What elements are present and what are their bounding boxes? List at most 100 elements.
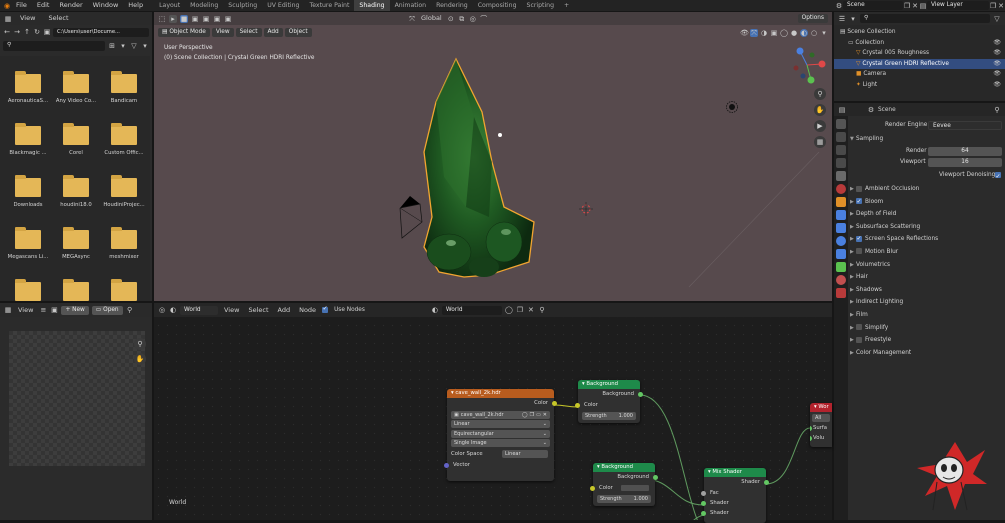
sort-icon[interactable]: ▾ xyxy=(119,42,127,50)
view-layer-tab-icon[interactable] xyxy=(836,158,846,168)
tab-shading[interactable]: Shading xyxy=(354,0,390,11)
viewport-editor-type-icon[interactable]: ⬚ xyxy=(158,15,166,23)
bg2-header[interactable]: ▾ Background xyxy=(593,463,655,472)
solid-shading-icon[interactable]: ● xyxy=(790,29,798,37)
file-view-menu[interactable]: View xyxy=(15,12,40,25)
overlay-icon[interactable]: ◑ xyxy=(760,29,768,37)
viewport-zoom-icon[interactable]: ⚲ xyxy=(814,88,826,100)
visibility-eye-icon[interactable]: 👁 xyxy=(993,80,1001,91)
render-panel-header[interactable]: ▶ Film xyxy=(850,309,1005,322)
pivot-icon[interactable]: ⊙ xyxy=(447,15,455,23)
sampling-panel-header[interactable]: ▼ Sampling xyxy=(850,133,1005,146)
close-icon[interactable]: ✕ xyxy=(911,2,919,10)
folder-icon[interactable] xyxy=(15,175,41,197)
viewport-samples-field[interactable]: 16 xyxy=(928,158,1002,167)
tab-texture-paint[interactable]: Texture Paint xyxy=(304,0,354,11)
hamburger-icon[interactable]: ≡ xyxy=(39,306,47,314)
render-panel-header[interactable]: ▶ Subsurface Scattering xyxy=(850,221,1005,234)
file-select-menu[interactable]: Select xyxy=(43,12,73,25)
filter-icon[interactable]: ▽ xyxy=(130,42,138,50)
env-source-dropdown[interactable]: Single Image ⌄ xyxy=(451,439,550,447)
viewport-ortho-toggle-icon[interactable]: ▦ xyxy=(814,136,826,148)
image-fake-user-icon[interactable]: ◯ xyxy=(522,411,528,419)
visibility-eye-icon[interactable]: 👁 xyxy=(993,38,1001,49)
copy-icon[interactable]: ❐ xyxy=(903,2,911,10)
bg1-header[interactable]: ▾ Background xyxy=(578,380,640,389)
falloff-icon[interactable]: ⌒ xyxy=(480,15,488,23)
render-panel-header[interactable]: ▶ Simplify xyxy=(850,322,1005,335)
navigation-gizmo[interactable] xyxy=(788,46,826,84)
zoom-tool-icon[interactable]: ⚲ xyxy=(134,338,146,350)
pan-tool-icon[interactable]: ✋ xyxy=(134,353,146,365)
render-panel-header[interactable]: ▶ Ambient Occlusion xyxy=(850,183,1005,196)
tab-uv-editing[interactable]: UV Editing xyxy=(262,0,304,11)
constraints-tab-icon[interactable] xyxy=(836,249,846,259)
env-color-space-dropdown[interactable]: Linear xyxy=(502,450,548,458)
visibility-eye-icon[interactable]: 👁 xyxy=(993,48,1001,59)
camera-object[interactable] xyxy=(396,192,436,242)
mix-fac-socket[interactable] xyxy=(701,490,706,496)
bg1-color-socket[interactable] xyxy=(575,402,580,408)
tool-tab-icon[interactable] xyxy=(836,119,846,129)
add-workspace-button[interactable]: + xyxy=(559,0,574,11)
env-projection-dropdown[interactable]: Equirectangular ⌄ xyxy=(451,429,550,438)
env-image-selector[interactable]: ▣ cave_wall_2k.hdr ◯ ❐ ▭ ✕ xyxy=(451,410,550,419)
panel-checkbox[interactable] xyxy=(856,248,862,255)
folder-icon[interactable] xyxy=(63,227,89,249)
material-tab-icon[interactable] xyxy=(836,275,846,285)
folder-icon[interactable] xyxy=(111,71,137,93)
render-panel-header[interactable]: ▶Screen Space Reflections xyxy=(850,233,1005,246)
render-panel-header[interactable]: ▶ Motion Blur xyxy=(850,246,1005,259)
xray-icon[interactable]: ▣ xyxy=(770,29,778,37)
physics-tab-icon[interactable] xyxy=(836,236,846,246)
viewport-select-menu[interactable]: Select xyxy=(235,28,262,37)
particles-tab-icon[interactable] xyxy=(836,223,846,233)
editor-type-icon[interactable]: ▦ xyxy=(4,15,12,23)
folder-icon[interactable] xyxy=(111,175,137,197)
open-image-button[interactable]: ▭ Open xyxy=(91,305,123,315)
snap-icon[interactable]: ⧉ xyxy=(458,15,466,23)
properties-type-icon[interactable]: ▤ xyxy=(838,106,846,114)
texture-tab-icon[interactable] xyxy=(836,288,846,298)
menu-window[interactable]: Window xyxy=(88,0,124,11)
viewport-add-menu[interactable]: Add xyxy=(263,28,283,37)
env-interpolation-dropdown[interactable]: Linear ⌄ xyxy=(451,420,550,428)
outliner-display-icon[interactable]: ▾ xyxy=(849,15,857,23)
output-surface-socket[interactable] xyxy=(810,425,812,431)
outliner-item[interactable]: ▽ Crystal 005 Roughness 👁 xyxy=(834,48,1005,59)
folder-icon[interactable] xyxy=(15,123,41,145)
panel-checkbox[interactable] xyxy=(856,324,862,331)
folder-icon[interactable] xyxy=(111,123,137,145)
material-shading-icon[interactable]: ◐ xyxy=(800,28,808,37)
folder-icon[interactable] xyxy=(15,71,41,93)
select-mode-new-icon[interactable]: ■ xyxy=(180,14,188,23)
folder-icon[interactable] xyxy=(63,175,89,197)
viewport-pan-icon[interactable]: ✋ xyxy=(814,104,826,116)
select-mode-invert-icon[interactable]: ▣ xyxy=(213,15,221,23)
scene-tab-icon[interactable] xyxy=(836,171,846,181)
folder-icon[interactable] xyxy=(111,227,137,249)
pin-icon[interactable]: ⚲ xyxy=(126,306,134,314)
outliner-item[interactable]: ▽ Crystal Green HDRI Reflective 👁 xyxy=(834,58,1005,69)
proportional-edit-icon[interactable]: ◎ xyxy=(469,15,477,23)
transform-orientation-dropdown[interactable]: Global xyxy=(419,12,444,25)
folder-icon[interactable] xyxy=(15,279,41,301)
select-box-icon[interactable]: ▸ xyxy=(169,14,177,23)
shading-options-icon[interactable]: ▾ xyxy=(820,29,828,37)
outliner-type-icon[interactable]: ☰ xyxy=(838,15,846,23)
options-dropdown[interactable]: Options xyxy=(797,14,828,23)
output-target-dropdown[interactable]: All xyxy=(812,413,830,422)
path-field[interactable]: C:\Users\user\Docume... xyxy=(53,27,149,37)
folder-icon[interactable] xyxy=(15,227,41,249)
tab-modeling[interactable]: Modeling xyxy=(185,0,223,11)
display-mode-icon[interactable]: ⊞ xyxy=(108,42,116,50)
new-folder-icon[interactable]: ▣ xyxy=(43,28,51,36)
filter-options-icon[interactable]: ▾ xyxy=(141,42,149,50)
panel-checkbox[interactable] xyxy=(856,336,862,343)
mix-shader2-socket[interactable] xyxy=(701,510,706,516)
folder-icon[interactable] xyxy=(63,279,89,301)
properties-pin-icon[interactable]: ⚲ xyxy=(993,106,1001,114)
environment-texture-node[interactable]: ▾ cave_wall_2k.hdr Color ▣ cave_wall_2k.h… xyxy=(444,389,557,481)
image-view-menu[interactable]: View xyxy=(15,303,36,317)
refresh-icon[interactable]: ↻ xyxy=(33,28,41,36)
